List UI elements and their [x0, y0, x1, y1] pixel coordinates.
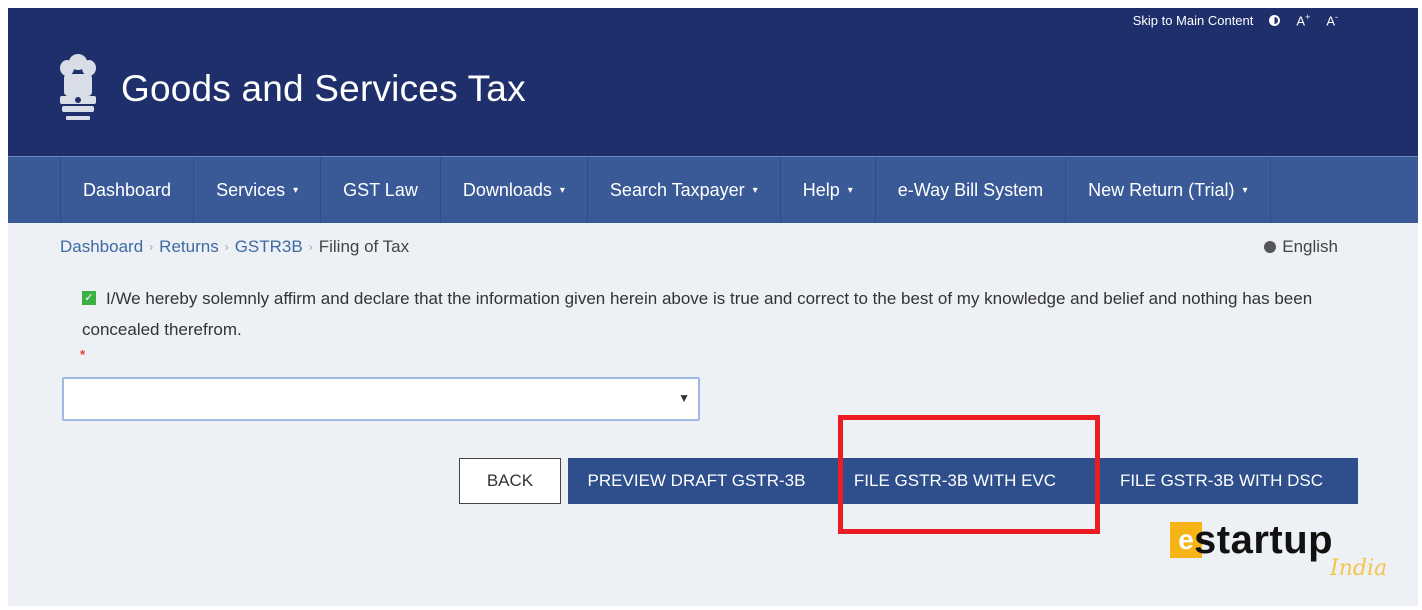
caret-down-icon: ▼	[678, 391, 690, 405]
language-selector[interactable]: English	[1264, 237, 1338, 257]
gst-portal-window: Skip to Main Content A+ A- Goods and Ser…	[8, 8, 1418, 606]
breadcrumb-separator: ›	[224, 240, 229, 254]
language-label: English	[1282, 237, 1338, 256]
authorised-signatory-select[interactable]: ▼	[62, 377, 700, 421]
utility-bar: Skip to Main Content A+ A-	[1133, 10, 1338, 30]
nav-item-label: Search Taxpayer	[609, 179, 745, 200]
caret-down-icon: ▾	[293, 184, 299, 196]
font-decrease-sup: -	[1335, 11, 1338, 22]
declaration-checkbox[interactable]: ✓	[82, 291, 96, 306]
caret-down-icon: ▾	[752, 184, 758, 196]
evc-highlight-box	[838, 415, 1100, 534]
breadcrumb-returns[interactable]: Returns	[159, 237, 219, 257]
breadcrumb-gstr3b[interactable]: GSTR3B	[235, 237, 303, 257]
declaration-block: ✓ I/We hereby solemnly affirm and declare…	[82, 283, 1332, 345]
nav-item-label: Help	[802, 179, 840, 200]
breadcrumb-separator: ›	[308, 240, 313, 254]
font-decrease-label: A	[1326, 13, 1335, 29]
caret-down-icon: ▾	[847, 184, 853, 196]
nav-list: Dashboard Services ▾ GST Law Downloads ▾ Searc…	[60, 157, 1271, 223]
nav-item-search-taxpayer[interactable]: Search Taxpayer ▾	[588, 157, 781, 223]
declaration-text: I/We hereby solemnly affirm and declare …	[82, 289, 1313, 339]
nav-item-label: Downloads	[462, 179, 552, 200]
nav-item-dashboard[interactable]: Dashboard	[60, 157, 195, 223]
nav-item-help[interactable]: Help ▾	[781, 157, 876, 223]
nav-item-services[interactable]: Services ▾	[194, 157, 322, 223]
nav-item-gst-law[interactable]: GST Law	[321, 157, 441, 223]
nav-item-label: e-Way Bill System	[897, 179, 1044, 200]
nav-item-label: Dashboard	[83, 179, 172, 200]
nav-item-label: Services	[216, 179, 286, 200]
nav-item-downloads[interactable]: Downloads ▾	[441, 157, 588, 223]
signatory-label: *	[80, 347, 85, 362]
skip-to-main-link[interactable]: Skip to Main Content	[1133, 13, 1254, 28]
required-marker: *	[80, 347, 86, 362]
nav-item-label: New Return (Trial)	[1088, 179, 1235, 200]
main-navigation: Dashboard Services ▾ GST Law Downloads ▾ Searc…	[8, 156, 1418, 223]
nav-item-e-way-bill-system[interactable]: e-Way Bill System	[876, 157, 1067, 223]
font-decrease-button[interactable]: A-	[1326, 12, 1338, 28]
contrast-icon[interactable]	[1269, 14, 1281, 26]
file-with-dsc-button[interactable]: FILE GSTR-3B WITH DSC	[1085, 458, 1358, 504]
caret-down-icon: ▾	[1242, 184, 1248, 196]
font-increase-label: A	[1296, 13, 1306, 29]
nav-item-new-return-trial[interactable]: New Return (Trial) ▾	[1066, 157, 1271, 223]
font-increase-button[interactable]: A+	[1296, 12, 1310, 28]
nav-item-label: GST Law	[343, 179, 418, 200]
preview-draft-button[interactable]: PREVIEW DRAFT GSTR-3B	[568, 458, 825, 504]
site-title: Goods and Services Tax	[121, 68, 526, 109]
globe-icon	[1264, 241, 1277, 253]
breadcrumb-dashboard[interactable]: Dashboard	[60, 237, 143, 257]
breadcrumb: Dashboard › Returns › GSTR3B › Filing of…	[60, 237, 409, 257]
caret-down-icon: ▾	[559, 184, 565, 196]
header-bar: Skip to Main Content A+ A- Goods and Ser…	[8, 8, 1418, 156]
font-increase-sup: +	[1305, 11, 1311, 22]
national-emblem-logo	[60, 54, 96, 120]
back-button[interactable]: BACK	[459, 458, 561, 504]
breadcrumb-current: Filing of Tax	[318, 237, 410, 256]
logo-wordmark: startup	[1194, 518, 1334, 562]
logo-subtext: India	[1330, 556, 1388, 581]
breadcrumb-separator: ›	[149, 240, 154, 254]
